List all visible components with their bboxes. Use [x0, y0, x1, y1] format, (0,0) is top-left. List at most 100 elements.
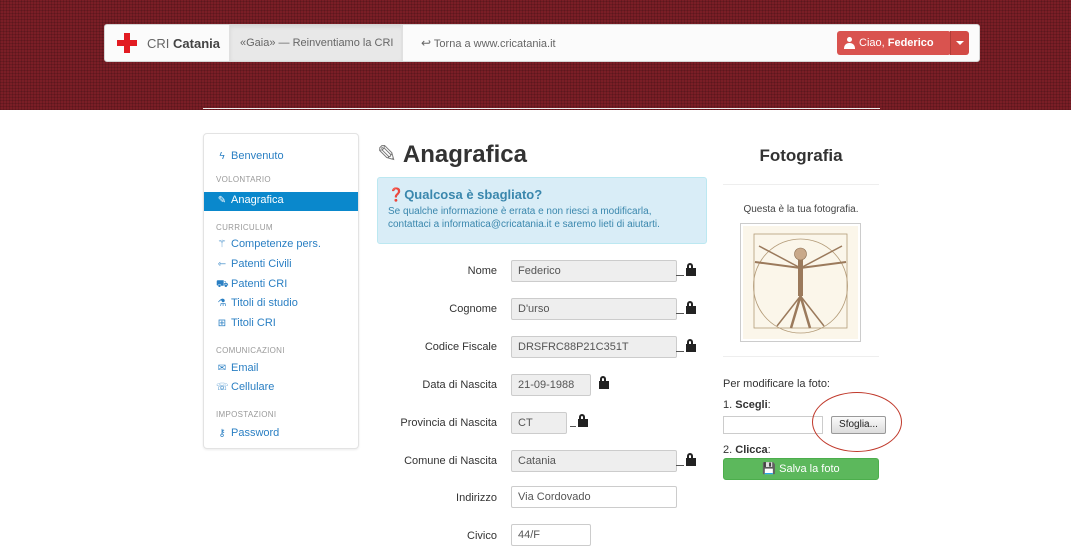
sidebar-item-label: Patenti Civili — [231, 258, 292, 270]
sidebar-section-heading: CURRICULUM — [216, 223, 273, 232]
sidebar-section-heading: VOLONTARIO — [216, 175, 271, 184]
question-circle-icon: ❓ — [388, 187, 405, 202]
annotation-circle — [812, 392, 902, 452]
field-label-codice-fiscale: Codice Fiscale — [424, 341, 497, 353]
step-number: 2. — [723, 444, 733, 456]
cognome-field[interactable] — [511, 298, 677, 320]
codice-fiscale-field[interactable] — [511, 336, 677, 358]
civico-field[interactable] — [511, 524, 591, 546]
envelope-icon: ✉ — [217, 363, 227, 374]
step-text: Scegli — [735, 399, 768, 411]
field-label-comune-nascita: Comune di Nascita — [404, 455, 497, 467]
plus-square-icon: ⊞ — [217, 318, 227, 329]
provincia-nascita-field[interactable] — [511, 412, 567, 434]
edit-icon: ✎ — [217, 195, 227, 206]
top-navbar: CRI Catania «Gaia» — Reinventiamo la CRI… — [104, 24, 980, 62]
step-two-label: 2. Clicca: — [723, 444, 771, 456]
comune-nascita-field[interactable] — [511, 450, 677, 472]
sidebar-item-email[interactable]: ✉ Email — [216, 362, 259, 374]
nav-tagline-label: «Gaia» — Reinventiamo la CRI — [240, 37, 394, 49]
sidebar-item-anagrafica[interactable]: ✎ Anagrafica — [216, 194, 284, 206]
sidebar-section-heading: COMUNICAZIONI — [216, 346, 285, 355]
road-icon: ⇽ — [217, 259, 227, 270]
step-text: Clicca — [735, 444, 768, 456]
lock-icon — [570, 414, 590, 428]
user-menu-button[interactable]: Ciao, Federico — [837, 31, 951, 55]
sidebar-item-competenze[interactable]: ⚚ Competenze pers. — [216, 238, 321, 250]
nav-divider — [401, 25, 402, 61]
back-to-site-label: Torna a www.cricatania.it — [433, 38, 556, 50]
divider — [723, 184, 879, 185]
user-name: Federico — [887, 37, 934, 49]
divider — [723, 356, 879, 357]
sidebar-item-label: Email — [231, 362, 259, 374]
step-number: 1. — [723, 399, 733, 411]
truck-icon: ⛟ — [216, 279, 229, 290]
brand-link[interactable]: CRI Catania — [117, 25, 220, 61]
sidebar-item-patenti-cri[interactable]: ⛟ Patenti CRI — [216, 278, 287, 292]
sidebar-section-heading: IMPOSTAZIONI — [216, 410, 277, 419]
nome-field[interactable] — [511, 260, 677, 282]
field-label-provincia-nascita: Provincia di Nascita — [400, 417, 497, 429]
brand-name: Catania — [173, 35, 220, 51]
phone-icon: ☏ — [216, 382, 229, 393]
sidebar-item-benvenuto[interactable]: ϟ Benvenuto — [216, 150, 284, 162]
key-icon: ⚷ — [218, 428, 226, 439]
sidebar-item-cellulare[interactable]: ☏ Cellulare — [216, 381, 274, 393]
floppy-disk-icon: 💾 — [762, 463, 777, 475]
brand-prefix: CRI — [147, 35, 170, 51]
sidebar-item-label: Titoli CRI — [231, 317, 276, 329]
sidebar-item-titoli-studio[interactable]: ⚗ Titoli di studio — [216, 297, 298, 309]
field-label-nome: Nome — [467, 265, 497, 277]
user-icon — [844, 37, 855, 50]
lock-icon — [676, 301, 698, 315]
photo-caption: Questa è la tua fotografia. — [743, 204, 859, 215]
sidebar-item-label: Anagrafica — [231, 194, 284, 206]
data-nascita-field[interactable] — [511, 374, 591, 396]
sidebar-item-label: Password — [231, 427, 280, 439]
caret-down-icon — [956, 41, 964, 45]
flask-icon: ⚗ — [217, 298, 227, 309]
vitruvian-man-image — [743, 226, 858, 339]
alert-text-line: contattaci a informatica@cricatania.it e… — [388, 219, 660, 230]
red-cross-logo-icon — [117, 33, 137, 53]
reply-arrow-icon: ↩ — [421, 36, 432, 50]
indirizzo-field[interactable] — [511, 486, 677, 508]
sidebar-item-patenti-civili[interactable]: ⇽ Patenti Civili — [216, 258, 292, 270]
field-label-indirizzo: Indirizzo — [456, 492, 497, 504]
bolt-icon: ϟ — [219, 151, 225, 162]
page-title-text: Anagrafica — [402, 141, 527, 168]
lock-icon — [676, 453, 698, 467]
sidebar-item-label: Titoli di studio — [231, 297, 298, 309]
sidebar-item-label: Competenze pers. — [231, 238, 321, 250]
profile-photo — [740, 223, 861, 342]
lock-icon — [676, 263, 698, 277]
modify-photo-text: Per modificare la foto: — [723, 378, 830, 390]
back-to-site-link[interactable]: ↩ Torna a www.cricatania.it — [421, 25, 556, 61]
content-divider — [203, 108, 880, 109]
edit-icon: ✎ — [377, 141, 398, 168]
sidebar-item-password[interactable]: ⚷ Password — [216, 427, 279, 439]
step-one-label: 1. Scegli: — [723, 399, 771, 411]
user-greeting: Ciao, — [859, 37, 885, 49]
sidebar-menu: ϟ Benvenuto VOLONTARIO ✎ Anagrafica CURRIC… — [203, 133, 359, 449]
photo-section-title: Fotografia — [759, 146, 843, 165]
alert-text-line: Se qualche informazione è errata e non r… — [388, 206, 652, 217]
page-title: ✎ Anagrafica — [377, 140, 527, 169]
sidebar-item-titoli-cri[interactable]: ⊞ Titoli CRI — [216, 317, 276, 329]
save-photo-button[interactable]: 💾 Salva la foto — [723, 458, 879, 480]
alert-heading: Qualcosa è sbagliato? — [404, 187, 543, 202]
file-path-input[interactable] — [723, 416, 823, 434]
field-label-cognome: Cognome — [449, 303, 497, 315]
field-label-civico: Civico — [467, 530, 497, 542]
magic-wand-icon: ⚚ — [217, 239, 227, 250]
field-label-data-nascita: Data di Nascita — [422, 379, 497, 391]
info-alert: ❓Qualcosa è sbagliato? Se qualche inform… — [377, 177, 707, 244]
sidebar-item-label: Benvenuto — [231, 150, 284, 162]
sidebar-item-label: Patenti CRI — [231, 278, 288, 290]
sidebar-item-label: Cellulare — [231, 381, 275, 393]
lock-icon — [597, 376, 611, 390]
nav-tagline-link[interactable]: «Gaia» — Reinventiamo la CRI — [230, 25, 404, 61]
user-menu-dropdown-toggle[interactable] — [950, 31, 969, 55]
lock-icon — [676, 339, 698, 353]
